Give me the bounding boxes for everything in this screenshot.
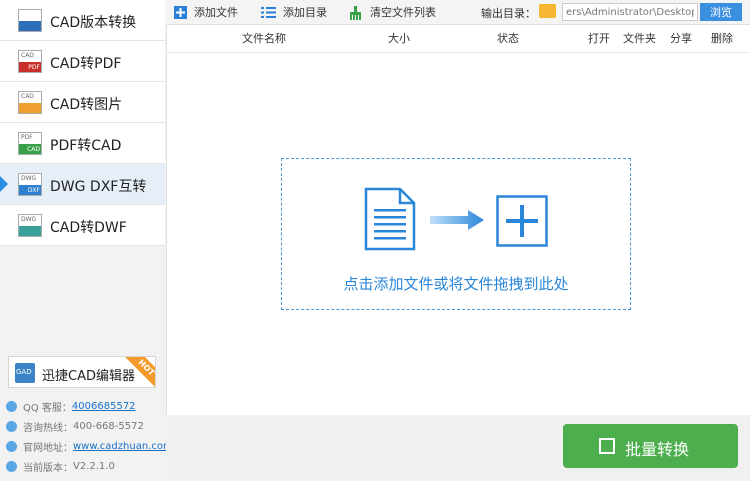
- sidebar-item-cad-to-dwf[interactable]: DWG CAD转DWF: [0, 205, 165, 246]
- sidebar-item-label: CAD转DWF: [50, 220, 127, 236]
- qq-support-row: QQ 客服： 4006685572: [6, 397, 136, 415]
- qq-number-link[interactable]: 4006685572: [72, 401, 136, 412]
- clear-list-button[interactable]: 清空文件列表: [348, 4, 436, 20]
- add-file-button[interactable]: 添加文件: [174, 4, 238, 20]
- sidebar-item-label: CAD转图片: [50, 97, 123, 113]
- col-size: 大小: [388, 32, 410, 45]
- sidebar-item-dwg-dxf[interactable]: DWG DXF DWG DXF互转: [0, 164, 165, 205]
- browser-icon: [6, 440, 17, 452]
- batch-convert-button[interactable]: 批量转换: [563, 424, 738, 468]
- sidebar-item-cad-to-image[interactable]: CAD CAD转图片: [0, 82, 165, 123]
- hotline-number: 400-668-5572: [73, 420, 144, 432]
- browse-button[interactable]: 浏览: [700, 3, 742, 21]
- hotline-row: 咨询热线： 400-668-5572: [6, 417, 144, 435]
- cad-to-image-icon: CAD: [18, 91, 42, 114]
- active-marker: [0, 176, 8, 192]
- sidebar-item-label: PDF转CAD: [50, 138, 122, 154]
- col-delete: 删除: [711, 32, 733, 45]
- output-dir-label: 输出目录：: [481, 7, 536, 20]
- pdf-to-cad-icon: PDF CAD: [18, 132, 42, 155]
- arrow-right-icon: [430, 210, 484, 230]
- version-icon: [6, 460, 17, 472]
- plus-icon: [174, 5, 187, 19]
- list-icon: [261, 6, 276, 19]
- drop-zone-hint: 点击添加文件或将文件拖拽到此处: [343, 275, 569, 293]
- col-status: 状态: [497, 32, 519, 45]
- cad-to-dwf-icon: DWG: [18, 214, 42, 237]
- cad-editor-icon: GAD: [15, 363, 35, 383]
- toolbar: 添加文件 添加目录 清空文件列表 输出目录： 浏览: [166, 0, 750, 25]
- version-row: 当前版本： V2.2.1.0: [6, 457, 115, 475]
- cad-to-pdf-icon: CAD PDF: [18, 50, 42, 73]
- col-folder: 文件夹: [623, 32, 656, 45]
- cad-editor-button[interactable]: GAD 迅捷CAD编辑器 HOT: [8, 356, 156, 388]
- hotline-icon: [6, 420, 17, 432]
- add-plus-icon: [496, 195, 548, 247]
- version-number: V2.2.1.0: [73, 460, 115, 472]
- folder-icon[interactable]: [539, 4, 556, 18]
- sidebar-item-label: CAD版本转换: [50, 15, 137, 31]
- convert-icon: [599, 438, 615, 454]
- col-share: 分享: [670, 32, 692, 45]
- cad-version-icon: [18, 9, 42, 32]
- sidebar-item-cad-version[interactable]: CAD版本转换: [0, 0, 165, 41]
- dwg-dxf-icon: DWG DXF: [18, 173, 42, 196]
- website-link[interactable]: www.cadzhuan.com: [73, 441, 173, 452]
- broom-icon: [348, 5, 363, 20]
- sidebar-item-label: CAD转PDF: [50, 56, 122, 72]
- sidebar: CAD版本转换 CAD PDF CAD转PDF CAD CAD转图片 PDF CAD…: [0, 0, 173, 481]
- col-file-name: 文件名称: [242, 32, 286, 45]
- add-directory-button[interactable]: 添加目录: [261, 4, 327, 20]
- website-row: 官网地址： www.cadzhuan.com: [6, 437, 173, 455]
- header-divider: [166, 52, 750, 53]
- qq-icon: [6, 400, 17, 412]
- file-drop-zone[interactable]: 点击添加文件或将文件拖拽到此处: [281, 158, 631, 310]
- sidebar-item-label: DWG DXF互转: [50, 179, 147, 195]
- output-path-input[interactable]: [562, 3, 698, 21]
- sidebar-item-pdf-to-cad[interactable]: PDF CAD PDF转CAD: [0, 123, 165, 164]
- cad-editor-label: 迅捷CAD编辑器: [42, 369, 135, 384]
- sidebar-item-cad-to-pdf[interactable]: CAD PDF CAD转PDF: [0, 41, 165, 82]
- col-open: 打开: [588, 32, 610, 45]
- document-icon: [364, 187, 416, 251]
